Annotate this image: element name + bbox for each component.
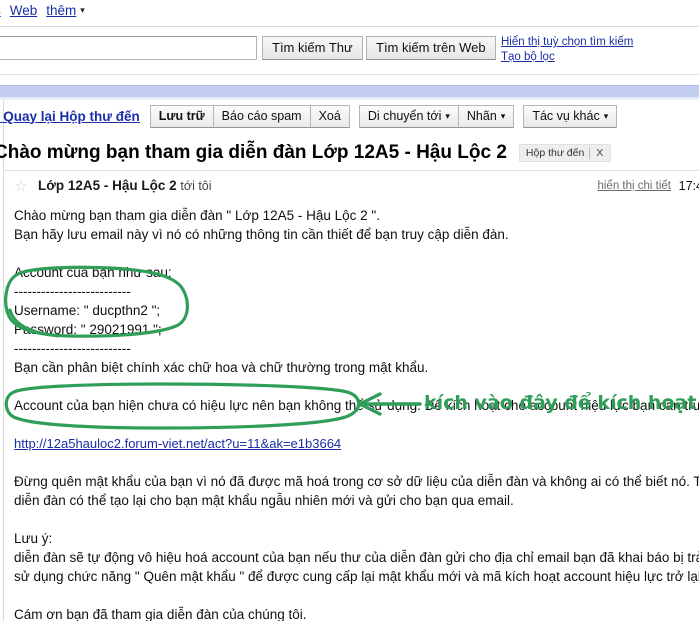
search-input[interactable] xyxy=(0,36,257,60)
body-line: sử dụng chức năng " Quên mật khẩu " để đ… xyxy=(14,569,699,584)
sender-info: Lớp 12A5 - Hậu Lộc 2 tới tôi xyxy=(38,178,212,193)
body-line: Account của bạn như sau: xyxy=(14,265,172,280)
body-line: -------------------------- xyxy=(14,341,131,356)
search-mail-button[interactable]: Tìm kiếm Thư xyxy=(262,36,363,60)
star-icon[interactable]: ☆ xyxy=(14,179,29,194)
body-line: Bạn hãy lưu email này vì nó có những thô… xyxy=(14,227,509,242)
nav-divider xyxy=(0,26,699,27)
body-line: Đừng quên mật khẩu của bạn vì nó đã được… xyxy=(14,474,699,489)
body-line: Cám ơn bạn đã tham gia diễn đàn của chún… xyxy=(14,607,307,621)
body-line: diễn đàn có thể tạo lại cho bạn mật khẩu… xyxy=(14,493,514,508)
back-to-inbox-link[interactable]: « Quay lại Hộp thư đến xyxy=(0,109,140,124)
sender-row: ☆ Lớp 12A5 - Hậu Lộc 2 tới tôi hiển thị … xyxy=(0,178,699,198)
body-line: -------------------------- xyxy=(14,284,131,299)
nav-link-more[interactable]: thêm xyxy=(46,3,76,18)
subject-row: Chào mừng bạn tham gia diễn đàn Lớp 12A5… xyxy=(0,142,699,164)
move-to-button[interactable]: Di chuyển tới ▾ xyxy=(358,104,459,128)
create-filter-link[interactable]: Tạo bộ lọc xyxy=(501,51,633,64)
archive-button[interactable]: Lưu trữ xyxy=(149,104,214,128)
blue-separator-fade xyxy=(0,97,699,101)
activation-link-row: http://12a5hauloc2.forum-viet.net/act?u=… xyxy=(14,434,699,453)
labels-label: Nhãn xyxy=(466,108,497,123)
body-line: Chào mừng bạn tham gia diễn đàn " Lớp 12… xyxy=(14,208,380,223)
search-bar: Tìm kiếm Thư Tìm kiếm trên Web Hiển thị … xyxy=(0,36,699,66)
more-actions-label: Tác vụ khác xyxy=(532,108,600,123)
username-line: Username: " ducpthn2 "; xyxy=(14,303,161,318)
search-options-links: Hiển thị tuỳ chọn tìm kiếm Tạo bộ lọc xyxy=(501,36,633,64)
labels-button[interactable]: Nhãn ▾ xyxy=(457,104,515,128)
body-line: Lưu ý: xyxy=(14,531,53,546)
show-search-options-link[interactable]: Hiển thị tuỳ chọn tìm kiếm xyxy=(501,36,633,49)
timestamp: 17:4 xyxy=(678,179,699,193)
gmail-message-view: s Web thêm ▾ Tìm kiếm Thư Tìm kiếm trên … xyxy=(0,0,699,621)
show-details-link[interactable]: hiển thị chi tiết xyxy=(597,180,671,192)
chevron-down-icon: ▾ xyxy=(603,110,609,121)
nav-link-web[interactable]: Web xyxy=(10,3,38,18)
search-divider xyxy=(0,74,699,75)
move-to-label: Di chuyển tới xyxy=(367,108,442,123)
search-web-button[interactable]: Tìm kiếm trên Web xyxy=(366,36,496,60)
body-line: diễn đàn sẽ tự động vô hiệu hoá account … xyxy=(14,550,699,565)
action-toolbar: « Quay lại Hộp thư đến Lưu trữ Báo cáo s… xyxy=(0,104,699,128)
chevron-down-icon: ▾ xyxy=(500,110,506,121)
report-spam-button[interactable]: Báo cáo spam xyxy=(212,104,311,128)
activation-url-link[interactable]: http://12a5hauloc2.forum-viet.net/act?u=… xyxy=(14,436,341,451)
sender-name: Lớp 12A5 - Hậu Lộc 2 xyxy=(38,178,177,193)
page-title: Chào mừng bạn tham gia diễn đàn Lớp 12A5… xyxy=(0,142,507,163)
subject-divider xyxy=(4,170,699,171)
password-line: Password: " 29021991 "; xyxy=(14,322,162,337)
delete-button[interactable]: Xoá xyxy=(309,104,350,128)
label-chip-text: Hộp thư đến xyxy=(525,147,585,159)
body-line: Bạn cần phân biệt chính xác chữ hoa và c… xyxy=(14,360,429,375)
chevron-down-icon[interactable]: ▾ xyxy=(80,6,85,15)
chevron-down-icon: ▾ xyxy=(445,110,450,121)
status-badge: Hộp thư đến X xyxy=(518,144,612,162)
close-icon[interactable]: X xyxy=(590,147,609,159)
recipient-label: tới tôi xyxy=(180,179,212,193)
more-actions-button[interactable]: Tác vụ khác ▾ xyxy=(523,104,618,128)
top-nav-bar: s Web thêm ▾ xyxy=(0,0,699,26)
annotation-callout-text: kích vào đây để kích hoạt tài kho xyxy=(424,392,699,414)
nav-link-clipped[interactable]: s xyxy=(0,3,1,18)
